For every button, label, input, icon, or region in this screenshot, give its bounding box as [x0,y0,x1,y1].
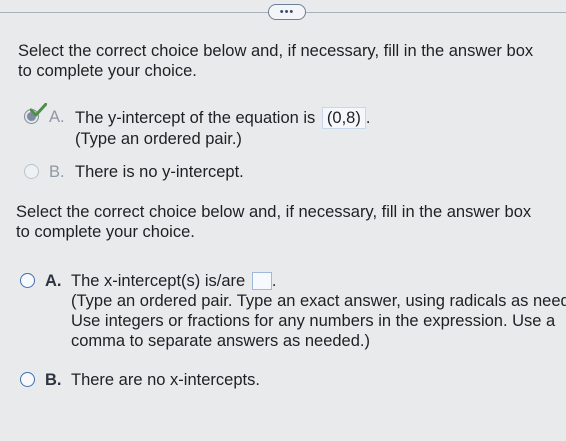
question-1-prompt: Select the correct choice below and, if … [18,42,534,80]
choice-a-suffix: . [365,109,371,127]
choice-b-radio[interactable] [24,164,39,179]
x-intercept-answer-box[interactable] [251,272,272,290]
checkmark-icon [30,103,47,117]
choice-a-hint-line-2: Use integers or fractions for any number… [71,312,556,330]
choice-a-radio[interactable] [24,103,47,124]
choice-b-text-2: There are no x-intercepts. [71,371,260,389]
choice-b-letter-2: B. [45,371,62,389]
question-1-choice-b[interactable]: B. There is no y-intercept. [24,162,244,182]
choice-a-letter-2: A. [45,272,62,290]
choice-b-radio-2[interactable] [20,372,35,387]
choice-a-text: The y-intercept of the equation is [75,109,316,127]
choice-a-hint-line-3: comma to separate answers as needed.) [71,332,370,350]
choice-a-suffix-2: . [271,272,277,290]
question-2-prompt: Select the correct choice below and, if … [16,203,532,241]
choice-a-text-block: The y-intercept of the equation is (0,8)… [75,107,370,149]
y-intercept-answer[interactable]: (0,8) [321,107,366,129]
choice-b-text: There is no y-intercept. [75,163,244,181]
choice-b-letter: B. [49,163,65,181]
ellipsis-icon: ••• [279,5,295,18]
choice-a-letter: A. [49,108,65,126]
choice-a-radio-2[interactable] [20,273,35,288]
choice-a-hint: (Type an ordered pair.) [75,130,242,148]
choice-a-text-block-2: The x-intercept(s) is/are . (Type an ord… [71,271,566,351]
question-1-choice-a[interactable]: A. The y-intercept of the equation is (0… [24,103,370,149]
question-2-choice-b[interactable]: B. There are no x-intercepts. [20,370,260,390]
question-2-choice-a[interactable]: A. The x-intercept(s) is/are . (Type an … [20,271,566,351]
more-options-button[interactable]: ••• [268,4,306,20]
choice-a-text-2: The x-intercept(s) is/are [71,272,246,290]
choice-a-hint-line-1: (Type an ordered pair. Type an exact ans… [71,292,566,310]
